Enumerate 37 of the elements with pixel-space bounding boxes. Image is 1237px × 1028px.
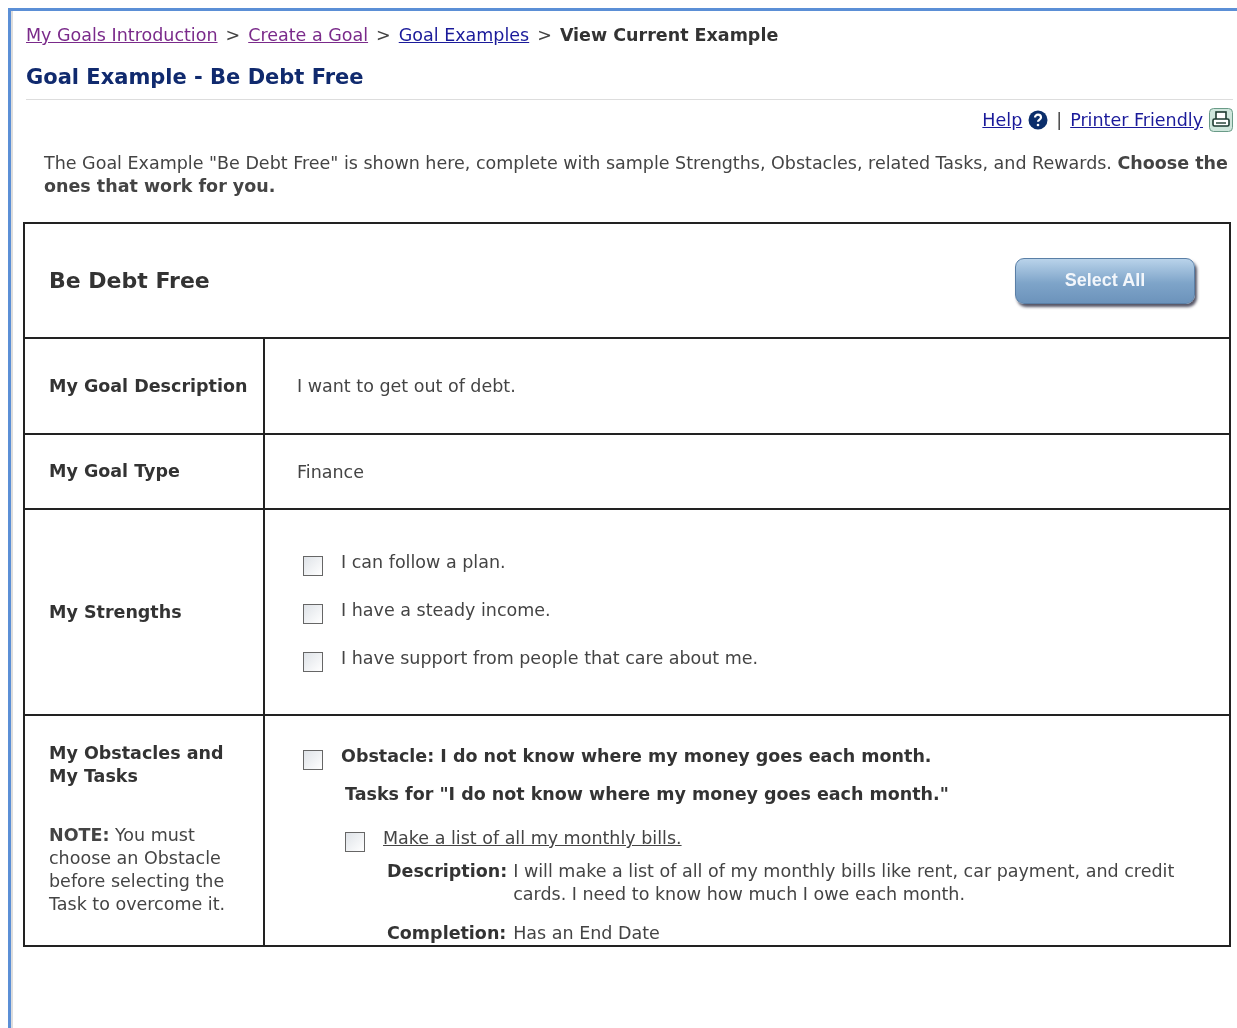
- checkbox[interactable]: [303, 750, 323, 770]
- help-icon[interactable]: [1028, 110, 1049, 130]
- breadcrumb-link[interactable]: Create a Goal: [248, 25, 369, 45]
- breadcrumb-separator: >: [225, 25, 241, 45]
- note-text: NOTE: You must choose an Obstacle before selecting the Task to overcome it.: [49, 824, 227, 916]
- intro-text: The Goal Example "Be Debt Free" is shown here, complete with sample Strengths, Obstacles, related Tasks, and Rewards. Choose the ones that work for you.: [44, 152, 1229, 198]
- goal-title: Be Debt Free: [49, 268, 210, 293]
- row-label: My Goal Description: [49, 374, 249, 398]
- tasks-heading: Tasks for "I do not know where my money goes each month.": [345, 784, 950, 804]
- page-title: Goal Example - Be Debt Free: [26, 65, 1233, 100]
- breadcrumb-link[interactable]: My Goals Introduction: [26, 25, 218, 45]
- goal-type: Finance: [297, 461, 365, 482]
- checkbox[interactable]: [345, 832, 365, 852]
- task-completion: Has an End Date: [513, 922, 661, 945]
- checkbox[interactable]: [303, 652, 323, 672]
- strength-text: I have a steady income.: [341, 600, 551, 620]
- printer-icon[interactable]: [1209, 108, 1233, 132]
- current-page-label: View Current Example: [559, 25, 779, 45]
- task-description: I will make a list of all of my monthly bills like rent, car payment, and credit cards. I need to know how much I owe each month.: [513, 860, 1176, 906]
- checkbox[interactable]: [303, 604, 323, 624]
- row-label: My Goal Type: [49, 460, 181, 483]
- row-label: My Obstacles and My Tasks: [49, 742, 225, 788]
- obstacle-text: Obstacle: I do not know where my money goes each month.: [341, 746, 932, 766]
- checkbox[interactable]: [303, 556, 323, 576]
- goal-description: I want to get out of debt.: [297, 376, 517, 396]
- printer-friendly-link[interactable]: Printer Friendly: [1070, 110, 1203, 130]
- strength-text: I have support from people that care about me.: [341, 648, 759, 668]
- breadcrumb-separator: >: [376, 25, 391, 45]
- breadcrumb-separator: >: [537, 25, 552, 45]
- field-label: Description:: [387, 860, 508, 883]
- task-title: Make a list of all my monthly bills.: [383, 828, 682, 848]
- breadcrumb-link[interactable]: Goal Examples: [398, 25, 530, 45]
- strength-text: I can follow a plan.: [341, 552, 506, 572]
- row-label: My Strengths: [49, 600, 183, 624]
- help-link[interactable]: Help: [982, 110, 1023, 130]
- field-label: Completion:: [387, 922, 508, 945]
- link-divider: |: [1056, 110, 1063, 130]
